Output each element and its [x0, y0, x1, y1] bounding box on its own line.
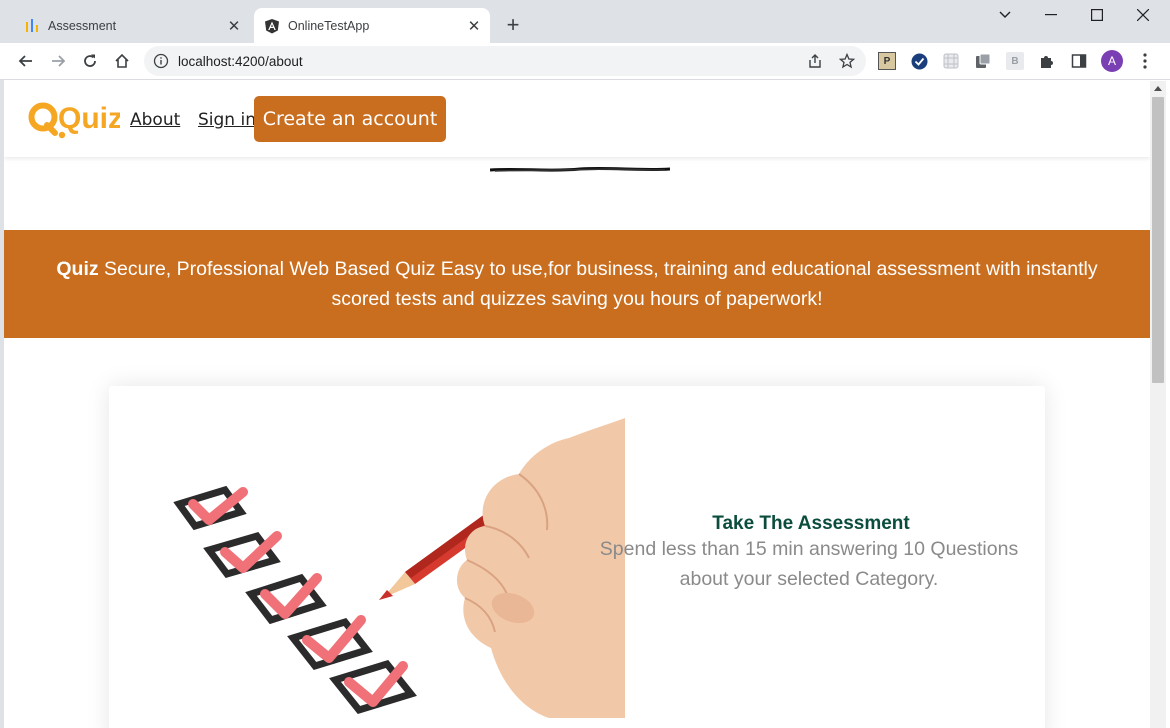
- card-title: Take The Assessment: [712, 513, 910, 534]
- banner-brand: Quiz: [56, 258, 99, 280]
- tab-title: OnlineTestApp: [288, 18, 370, 33]
- page-scrollbar[interactable]: [1150, 81, 1166, 728]
- tab-assessment[interactable]: Assessment ✕: [14, 8, 250, 43]
- scroll-up-arrow-icon[interactable]: [1154, 86, 1162, 91]
- extension-p-label: P: [883, 55, 891, 67]
- site-navbar: Quiz About Sign in Create an account: [4, 81, 1150, 157]
- decorative-underline: [490, 166, 670, 172]
- side-panel-icon[interactable]: [1070, 52, 1088, 70]
- extension-copy-icon[interactable]: [974, 52, 992, 70]
- assessment-card: Take The Assessment Spend less than 15 m…: [109, 386, 1045, 728]
- forward-icon[interactable]: [46, 49, 70, 73]
- logo-text: Quiz: [58, 102, 120, 135]
- scroll-thumb[interactable]: [1152, 97, 1164, 383]
- extension-b-icon[interactable]: B: [1006, 52, 1024, 70]
- home-icon[interactable]: [110, 49, 134, 73]
- menu-dots-icon[interactable]: [1136, 52, 1154, 70]
- minimize-icon[interactable]: [1031, 4, 1071, 26]
- card-description: Spend less than 15 min answering 10 Ques…: [599, 538, 1019, 590]
- hero-banner: Quiz Secure, Professional Web Based Quiz…: [4, 230, 1150, 338]
- browser-toolbar: localhost:4200/about P B A: [0, 43, 1170, 80]
- new-tab-button[interactable]: +: [502, 14, 524, 37]
- maximize-icon[interactable]: [1077, 4, 1117, 26]
- nav-about-link[interactable]: About: [130, 110, 180, 130]
- reload-icon[interactable]: [78, 49, 102, 73]
- quiz-logo[interactable]: Quiz: [28, 99, 123, 141]
- profile-initial: A: [1107, 54, 1116, 68]
- tab-search-icon[interactable]: [985, 4, 1025, 26]
- bookmark-star-icon[interactable]: [838, 52, 856, 70]
- tab-bar: Assessment ✕ OnlineTestApp ✕ +: [0, 0, 1170, 43]
- extension-p-icon[interactable]: P: [878, 52, 896, 70]
- tab-onlinetestapp[interactable]: OnlineTestApp ✕: [254, 8, 490, 43]
- checklist-pencil-illustration: [169, 418, 625, 718]
- banner-text: Secure, Professional Web Based Quiz Easy…: [98, 258, 1098, 310]
- extension-check-icon[interactable]: [910, 52, 928, 70]
- info-icon[interactable]: [153, 53, 169, 69]
- share-icon[interactable]: [806, 52, 824, 70]
- page-viewport: Quiz About Sign in Create an account Qui…: [4, 81, 1150, 728]
- address-bar[interactable]: localhost:4200/about: [144, 46, 866, 76]
- back-icon[interactable]: [14, 49, 38, 73]
- extension-b-label: B: [1011, 55, 1019, 67]
- bar-chart-icon: [24, 18, 40, 34]
- close-icon[interactable]: ✕: [464, 16, 484, 36]
- url-text: localhost:4200/about: [178, 54, 303, 69]
- profile-avatar[interactable]: A: [1101, 50, 1123, 72]
- extension-grid-icon[interactable]: [942, 52, 960, 70]
- nav-signin-link[interactable]: Sign in: [198, 110, 256, 130]
- close-icon[interactable]: ✕: [224, 16, 244, 36]
- create-account-button[interactable]: Create an account: [254, 96, 446, 142]
- tab-title: Assessment: [48, 18, 117, 33]
- angular-icon: [264, 18, 280, 34]
- window-close-icon[interactable]: [1123, 4, 1163, 26]
- extensions-puzzle-icon[interactable]: [1038, 52, 1056, 70]
